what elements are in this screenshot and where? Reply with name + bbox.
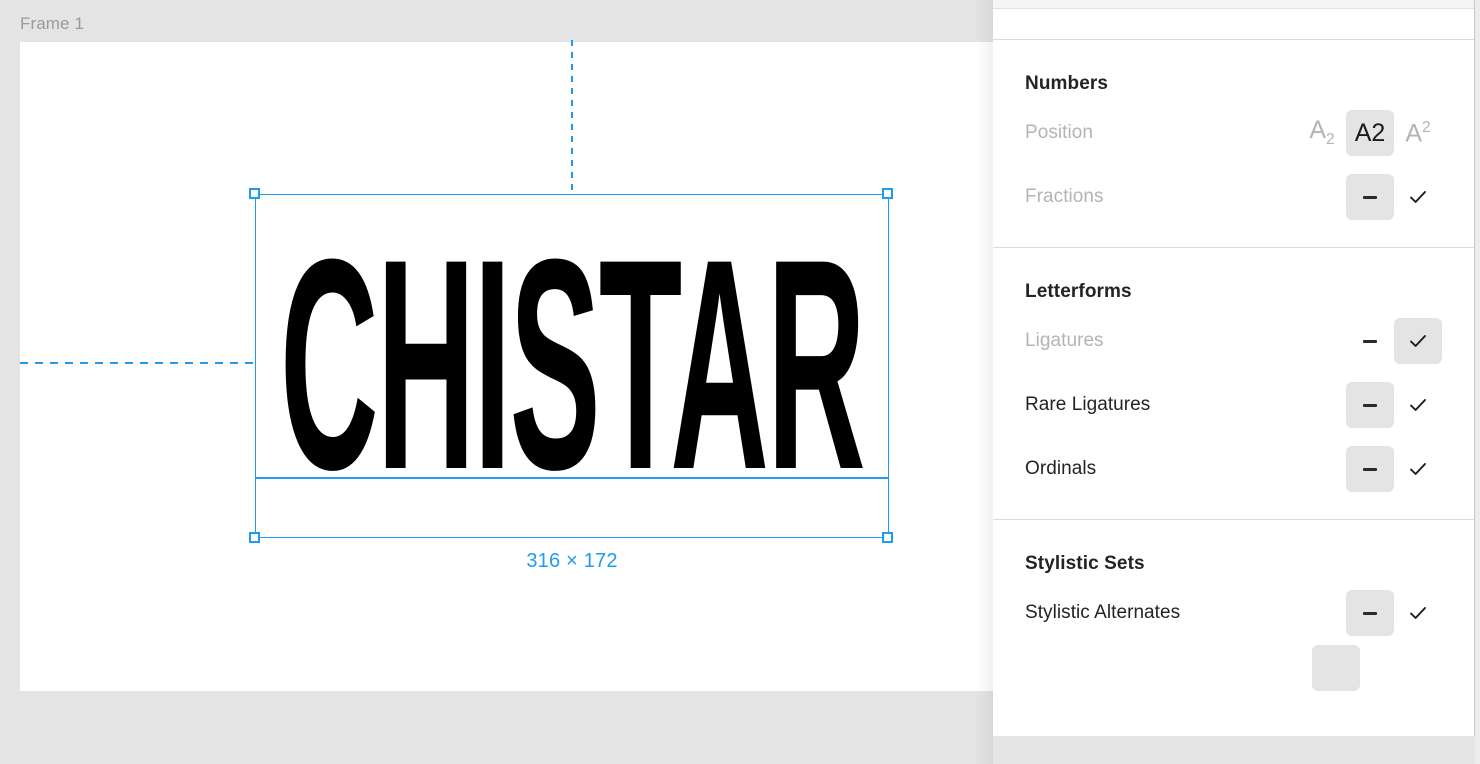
resize-handle-bottom-right[interactable]	[882, 532, 893, 543]
panel-top-strip	[993, 0, 1474, 9]
row-label-stylistic-alternates: Stylistic Alternates	[1025, 602, 1181, 623]
panel-right-gutter	[1475, 0, 1480, 764]
position-normal-button[interactable]: A2	[1346, 110, 1394, 156]
selection-size-badge: 316 × 172	[526, 550, 618, 572]
row-label-ligatures: Ligatures	[1025, 330, 1104, 351]
section-numbers: Numbers Position A2 A2 A2 Fractions	[993, 40, 1474, 248]
smart-guide-horizontal	[20, 362, 256, 364]
resize-handle-top-right[interactable]	[882, 188, 893, 199]
resize-handle-bottom-left[interactable]	[249, 532, 260, 543]
clipped-dash-button[interactable]	[1312, 645, 1360, 691]
row-label-rare-ligatures: Rare Ligatures	[1025, 394, 1151, 415]
position-subscript-button[interactable]: A2	[1298, 110, 1346, 156]
fractions-check-button[interactable]	[1394, 174, 1442, 220]
row-ordinals[interactable]: Ordinals	[1025, 437, 1442, 501]
dash-icon	[1363, 611, 1377, 615]
ordinals-dash-button[interactable]	[1346, 446, 1394, 492]
section-title-letterforms: Letterforms	[1025, 281, 1132, 302]
stylistic-alternates-dash-button[interactable]	[1346, 590, 1394, 636]
row-rare-ligatures[interactable]: Rare Ligatures	[1025, 373, 1442, 437]
check-icon	[1410, 607, 1426, 619]
selection-bounding-box[interactable]	[255, 194, 889, 538]
stylistic-alternates-check-button[interactable]	[1394, 590, 1442, 636]
row-label-fractions: Fractions	[1025, 186, 1104, 207]
clipped-next-row[interactable]	[1025, 645, 1442, 691]
smart-guide-vertical	[571, 40, 573, 192]
row-ligatures[interactable]: Ligatures	[1025, 309, 1442, 373]
check-icon	[1410, 191, 1426, 203]
rare-ligatures-dash-button[interactable]	[1346, 382, 1394, 428]
dash-icon	[1363, 195, 1377, 199]
stylistic-alternates-control-group	[1346, 590, 1442, 636]
normal-glyph: A2	[1354, 118, 1386, 147]
ligatures-control-group	[1346, 318, 1442, 364]
row-fractions[interactable]: Fractions	[1025, 165, 1442, 229]
resize-handle-top-left[interactable]	[249, 188, 260, 199]
section-letterforms: Letterforms Ligatures Rare Ligatures Ord…	[993, 248, 1474, 520]
position-superscript-button[interactable]: A2	[1394, 110, 1442, 156]
check-icon	[1410, 463, 1426, 475]
section-stylistic-sets: Stylistic Sets Stylistic Alternates	[993, 520, 1474, 691]
frame-label[interactable]: Frame 1	[20, 14, 84, 34]
subscript-glyph: A2	[1309, 116, 1335, 149]
fractions-control-group	[1346, 174, 1442, 220]
check-icon	[1410, 335, 1426, 347]
superscript-glyph: A2	[1405, 118, 1431, 148]
ordinals-control-group	[1346, 446, 1442, 492]
row-position[interactable]: Position A2 A2 A2	[1025, 101, 1442, 165]
type-features-panel[interactable]: Numbers Position A2 A2 A2 Fractions Lett…	[993, 0, 1475, 736]
section-title-stylistic-sets: Stylistic Sets	[1025, 553, 1145, 574]
ordinals-check-button[interactable]	[1394, 446, 1442, 492]
section-title-numbers: Numbers	[1025, 73, 1109, 94]
panel-top-band	[993, 9, 1474, 40]
rare-ligatures-check-button[interactable]	[1394, 382, 1442, 428]
ligatures-dash-button[interactable]	[1346, 318, 1394, 364]
dash-icon	[1363, 467, 1377, 471]
check-icon	[1410, 399, 1426, 411]
rare-ligatures-control-group	[1346, 382, 1442, 428]
text-baseline-rule	[255, 477, 889, 479]
app-root: Frame 1 CHISTAR 316 × 172 Numbers Positi…	[0, 0, 1480, 764]
ligatures-check-button[interactable]	[1394, 318, 1442, 364]
design-canvas[interactable]: Frame 1 CHISTAR 316 × 172	[0, 0, 993, 764]
row-label-position: Position	[1025, 122, 1093, 143]
dash-icon	[1363, 339, 1377, 343]
fractions-dash-button[interactable]	[1346, 174, 1394, 220]
row-stylistic-alternates[interactable]: Stylistic Alternates	[1025, 581, 1442, 645]
dash-icon	[1363, 403, 1377, 407]
row-label-ordinals: Ordinals	[1025, 458, 1097, 479]
position-control-group: A2 A2 A2	[1298, 110, 1442, 156]
